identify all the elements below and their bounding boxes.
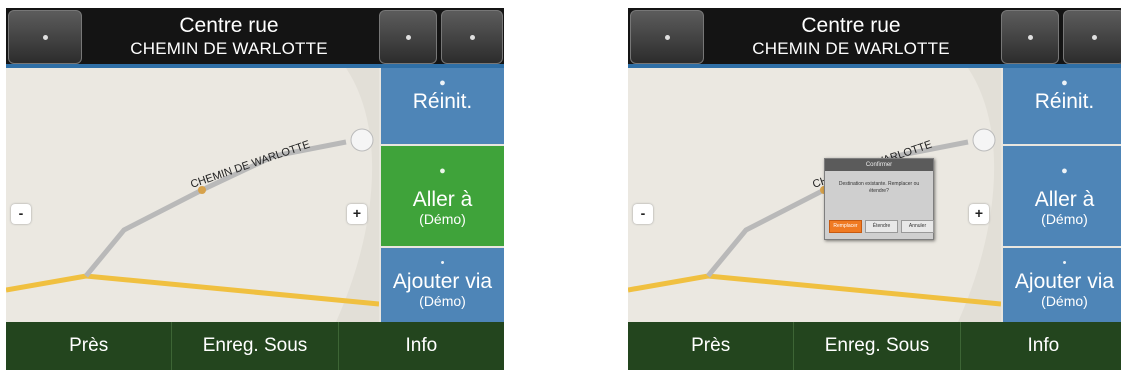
menu-button[interactable] (630, 10, 704, 64)
map-area-shade (958, 68, 1001, 322)
street-road (84, 139, 347, 278)
bottom-bar: Près Enreg. Sous Info (6, 322, 504, 370)
header-title: Centre rue CHEMIN DE WARLOTTE (84, 8, 374, 66)
main-road-route (6, 273, 379, 307)
zoom-in-button[interactable]: + (969, 204, 989, 224)
add-via-sublabel: (Démo) (1041, 293, 1088, 309)
menu-icon (43, 35, 48, 40)
reset-button[interactable]: ● Réinit. (1003, 68, 1121, 144)
close-icon (470, 35, 475, 40)
menu-button[interactable] (8, 10, 82, 64)
rotate-icon (1028, 35, 1033, 40)
reset-label: Réinit. (412, 90, 473, 113)
zoom-out-button[interactable]: - (11, 204, 31, 224)
add-via-button[interactable]: • Ajouter via (Démo) (381, 248, 504, 322)
top-bar: Centre rue CHEMIN DE WARLOTTE (628, 8, 1121, 68)
save-as-button[interactable]: Enreg. Sous (171, 322, 337, 370)
goto-sublabel: (Démo) (419, 211, 466, 227)
reset-icon: ● (1061, 77, 1068, 89)
dialog-extend-button[interactable]: Étendre (865, 220, 898, 233)
goto-label: Aller à (1034, 188, 1095, 211)
compass-icon[interactable] (972, 128, 996, 152)
reset-button[interactable]: ● Réinit. (381, 68, 504, 144)
close-button[interactable] (441, 10, 503, 64)
goto-button[interactable]: ● Aller à (Démo) (381, 146, 504, 246)
header-title: Centre rue CHEMIN DE WARLOTTE (706, 8, 996, 66)
mode-title: Centre rue (179, 14, 279, 37)
goto-icon: ● (1061, 165, 1068, 177)
dialog-cancel-button[interactable]: Annuler (901, 220, 934, 233)
street-label: CHEMIN DE WARLOTTE (189, 139, 312, 191)
add-via-sublabel: (Démo) (419, 293, 466, 309)
street-name: CHEMIN DE WARLOTTE (752, 39, 950, 58)
rotate-icon (406, 35, 411, 40)
add-via-icon: • (440, 257, 445, 269)
top-bar: Centre rue CHEMIN DE WARLOTTE (6, 8, 504, 68)
map-canvas: CHEMIN DE WARLOTTE (628, 68, 1001, 322)
dialog-buttons: Remplacer Étendre Annuler (829, 220, 934, 233)
street-name: CHEMIN DE WARLOTTE (130, 39, 328, 58)
add-via-label: Ajouter via (1014, 270, 1115, 293)
goto-button[interactable]: ● Aller à (Démo) (1003, 146, 1121, 246)
close-icon (1092, 35, 1097, 40)
add-via-button[interactable]: • Ajouter via (Démo) (1003, 248, 1121, 322)
main-road-route (628, 273, 1001, 307)
near-button[interactable]: Près (628, 322, 793, 370)
map-area-shade (336, 68, 379, 322)
zoom-out-button[interactable]: - (633, 204, 653, 224)
rotate-button[interactable] (1001, 10, 1059, 64)
map-canvas: CHEMIN DE WARLOTTE (6, 68, 379, 322)
compass-icon[interactable] (350, 128, 374, 152)
close-button[interactable] (1063, 10, 1121, 64)
add-via-icon: • (1062, 257, 1067, 269)
dialog-message: Destination existante. Remplacer ou éten… (838, 181, 920, 194)
menu-icon (665, 35, 670, 40)
reset-icon: ● (439, 77, 446, 89)
add-via-label: Ajouter via (392, 270, 493, 293)
dialog-title: Confirmer (825, 159, 933, 171)
mode-title: Centre rue (801, 14, 901, 37)
navigation-screen-left: Centre rue CHEMIN DE WARLOTTE CHEMIN DE … (6, 8, 504, 370)
info-button[interactable]: Info (959, 322, 1121, 370)
goto-sublabel: (Démo) (1041, 211, 1088, 227)
dialog-replace-button[interactable]: Remplacer (829, 220, 862, 233)
confirm-dialog: Confirmer Destination existante. Remplac… (824, 158, 934, 240)
save-as-button[interactable]: Enreg. Sous (793, 322, 959, 370)
rotate-button[interactable] (379, 10, 437, 64)
goto-label: Aller à (412, 188, 473, 211)
reset-label: Réinit. (1034, 90, 1095, 113)
info-button[interactable]: Info (337, 322, 504, 370)
bottom-bar: Près Enreg. Sous Info (628, 322, 1121, 370)
navigation-screen-right: Centre rue CHEMIN DE WARLOTTE CHEMIN DE … (628, 8, 1121, 370)
zoom-in-button[interactable]: + (347, 204, 367, 224)
near-button[interactable]: Près (6, 322, 171, 370)
map-view[interactable]: CHEMIN DE WARLOTTE - + (628, 68, 1001, 322)
goto-icon: ● (439, 165, 446, 177)
map-view[interactable]: CHEMIN DE WARLOTTE - + (6, 68, 379, 322)
